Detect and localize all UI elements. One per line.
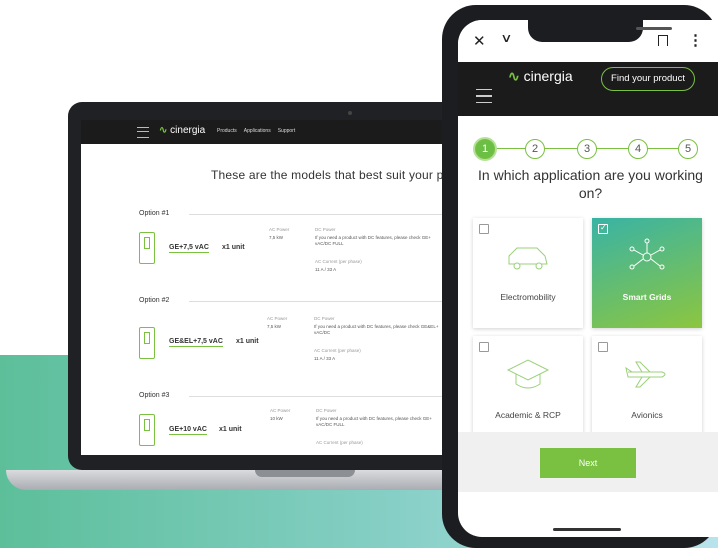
laptop-notch <box>255 470 355 477</box>
model-link[interactable]: GE&EL+7,5 vAC <box>169 338 223 347</box>
hamburger-menu-icon[interactable] <box>476 89 492 103</box>
car-icon <box>508 247 548 270</box>
laptop-nav-links: Products Applications Support <box>217 128 302 134</box>
checkbox[interactable] <box>479 224 489 234</box>
nav-link-support[interactable]: Support <box>278 128 296 134</box>
nav-link-applications[interactable]: Applications <box>244 128 271 134</box>
chevron-down-icon[interactable]: ∨ <box>500 31 512 45</box>
ac-power-label: AC Power <box>270 408 291 413</box>
ac-current-label: AC Current (per phase) <box>314 348 361 353</box>
hamburger-menu-icon[interactable] <box>137 127 149 138</box>
step-1[interactable]: 1 <box>475 139 495 159</box>
dc-power-label: DC Power <box>315 227 336 232</box>
card-avionics[interactable]: Avionics <box>592 336 702 446</box>
question-heading: In which application are you working on? <box>478 167 703 201</box>
checkbox-checked[interactable] <box>598 223 608 234</box>
option-label: Option #3 <box>139 392 170 399</box>
card-label: Smart Grids <box>622 292 672 302</box>
ac-power-label: AC Power <box>267 316 288 321</box>
phone-screen: ✕ ∨ ⋮ ∿ cinergia Find your product 1 2 3… <box>458 20 718 537</box>
ac-power-value: 7,5 kW <box>267 324 282 329</box>
step-4[interactable]: 4 <box>628 139 648 159</box>
laptop-camera <box>348 111 352 115</box>
checkbox[interactable] <box>479 342 489 352</box>
airplane-icon <box>625 361 666 388</box>
card-label: Academic & RCP <box>495 410 561 420</box>
ac-current-label: AC Current (per phase) <box>315 259 362 264</box>
product-image <box>139 414 155 446</box>
speaker <box>636 27 672 30</box>
step-2[interactable]: 2 <box>525 139 545 159</box>
dc-power-label: DC Power <box>316 408 337 413</box>
step-5[interactable]: 5 <box>678 139 698 159</box>
logo-text: cinergia <box>523 68 573 84</box>
card-smart-grids[interactable]: Smart Grids <box>592 218 702 328</box>
option-label: Option #1 <box>139 210 170 217</box>
ac-current-value: 11 A / 33 A <box>314 356 336 361</box>
phone-notch <box>528 20 672 42</box>
ac-power-label: AC Power <box>269 227 290 232</box>
nav-link-products[interactable]: Products <box>217 128 237 134</box>
ac-current-label: AC Current (per phase) <box>316 440 363 445</box>
unit-count: x1 unit <box>222 244 245 251</box>
dc-power-text: If you need a product with DC features, … <box>314 324 439 335</box>
results-title: These are the models that best suit your… <box>211 168 444 182</box>
product-image <box>139 232 155 264</box>
dc-power-text: If you need a product with DC features, … <box>316 416 432 427</box>
checkbox[interactable] <box>598 342 608 352</box>
card-electromobility[interactable]: Electromobility <box>473 218 583 328</box>
graduation-cap-icon <box>506 359 550 389</box>
unit-count: x1 unit <box>236 338 259 345</box>
logo-text: cinergia <box>170 125 206 136</box>
option-label: Option #2 <box>139 297 170 304</box>
model-link[interactable]: GE+10 vAC <box>169 426 207 435</box>
card-label: Avionics <box>631 410 663 420</box>
logo-wave-icon: ∿ <box>508 68 520 84</box>
grid-network-icon <box>629 238 665 270</box>
product-image <box>139 327 155 359</box>
phone-logo[interactable]: ∿ cinergia <box>508 68 573 85</box>
ac-current-value: 11 A / 33 A <box>315 267 337 272</box>
more-vert-icon[interactable]: ⋮ <box>688 31 703 49</box>
card-academic-rcp[interactable]: Academic & RCP <box>473 336 583 446</box>
ac-power-value: 10 kW <box>270 416 283 421</box>
laptop-logo[interactable]: ∿ cinergia <box>159 125 205 136</box>
browser-bar: ✕ ∨ ⋮ <box>458 20 718 62</box>
unit-count: x1 unit <box>219 426 242 433</box>
dc-power-text: If you need a product with DC features, … <box>315 235 431 246</box>
bookmark-icon[interactable] <box>658 35 668 46</box>
logo-wave-icon: ∿ <box>159 125 168 136</box>
step-3[interactable]: 3 <box>577 139 597 159</box>
model-link[interactable]: GE+7,5 vAC <box>169 244 209 253</box>
dc-power-label: DC Power <box>314 316 335 321</box>
close-icon[interactable]: ✕ <box>473 32 486 50</box>
next-button[interactable]: Next <box>540 448 636 478</box>
find-your-product-button[interactable]: Find your product <box>601 67 695 91</box>
ac-power-value: 7,5 kW <box>269 235 284 240</box>
home-indicator <box>553 528 621 531</box>
card-label: Electromobility <box>500 292 556 302</box>
